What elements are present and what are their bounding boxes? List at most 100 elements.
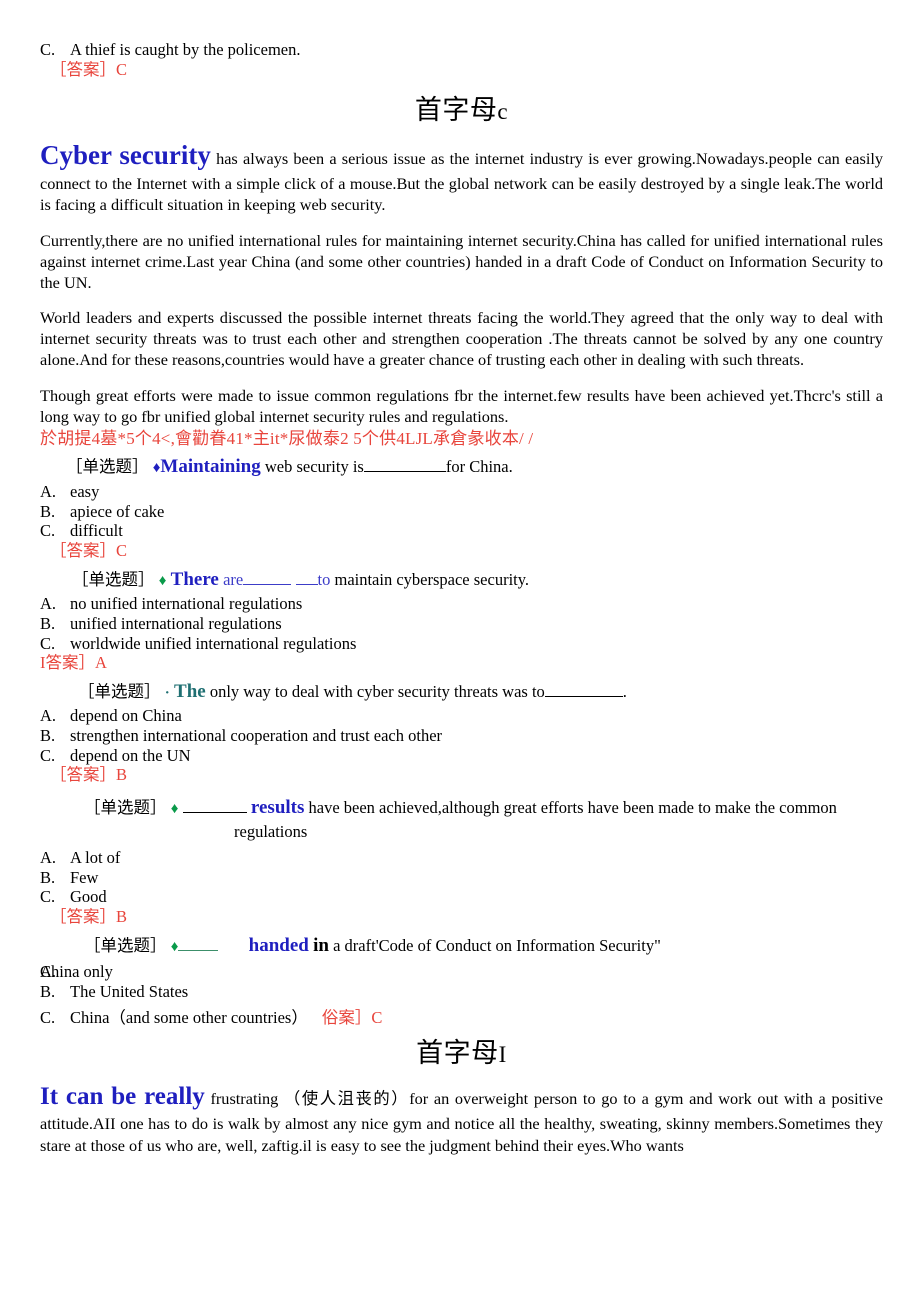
question-5-marker: ♦ — [170, 938, 179, 955]
option-text: Few — [70, 867, 99, 887]
passage-paragraph-4: Though great efforts were made to issue … — [40, 385, 883, 426]
question-2-stem-tail: maintain cyberspace security. — [330, 569, 530, 589]
question-3-stem-tail: . — [622, 681, 627, 701]
question-3-marker: · — [164, 684, 170, 701]
question-4-keyword: results — [250, 796, 305, 818]
question-5-blank[interactable] — [178, 935, 219, 951]
question-1-keyword: Maintaining — [160, 456, 261, 478]
option-letter: A. — [40, 706, 57, 726]
question-4-marker: ♦ — [170, 800, 179, 817]
option-text: strengthen international cooperation and… — [70, 726, 443, 746]
section-i-paragraph: It can be really frustrating （使人沮丧的）for … — [40, 1081, 883, 1156]
option-letter: C. — [40, 1007, 56, 1027]
top-option-letter: C. — [40, 40, 56, 59]
option-text: The United States — [70, 981, 189, 1001]
question-4-stem-mid: have been achieved,although great effort… — [304, 797, 837, 817]
question-3-stem-mid: only way to deal with cyber security thr… — [205, 681, 545, 701]
top-option-row: C. A thief is caught by the policemen. — [40, 40, 883, 60]
question-5-option-a[interactable]: A. China only — [40, 962, 883, 982]
question-5-stem-mid: a draft'Code of Conduct on Information S… — [328, 935, 661, 955]
question-2-option-a[interactable]: A. no unified international regulations — [40, 594, 883, 614]
section-i-lead: It can be really — [40, 1082, 205, 1110]
section-i-title-cn: 首字母 — [416, 1038, 499, 1070]
option-text: depend on China — [70, 706, 182, 726]
option-letter: C. — [40, 745, 56, 765]
option-letter: A. — [40, 848, 57, 868]
question-2-option-c[interactable]: C. worldwide unified international regul… — [40, 634, 883, 654]
question-1-stem-mid: web security is — [260, 457, 364, 477]
question-2-option-b[interactable]: B. unified international regulations — [40, 614, 883, 634]
option-letter: B. — [40, 501, 56, 521]
question-1-stem-tail: for China. — [445, 457, 513, 477]
option-text-main: China（and some other countries） — [70, 1007, 308, 1027]
question-5-option-c[interactable]: C. China（and some other countries） 俗案］C — [40, 1008, 883, 1028]
option-letter: A. — [40, 594, 57, 614]
question-3-tag: ［单选题］ — [78, 681, 161, 701]
option-text: Good — [70, 887, 107, 907]
question-5-keyword-black: in — [313, 934, 329, 956]
top-option-text: A thief is caught by the policemen. — [70, 40, 301, 59]
question-4-option-c[interactable]: C. Good — [40, 887, 883, 907]
option-text: apiece of cake — [70, 501, 165, 521]
question-1-blank[interactable] — [363, 457, 446, 473]
question-2-stem: ［单选题］ ♦ There are to maintain cyberspace… — [40, 568, 883, 593]
question-5-keyword: handed — [248, 934, 309, 956]
question-4-blank[interactable] — [182, 798, 247, 813]
section-c-title-cn: 首字母 — [414, 95, 498, 127]
question-3-blank[interactable] — [544, 681, 623, 697]
option-letter: B. — [40, 613, 56, 633]
question-4-stem: ［单选题］ ♦ results have been achieved,altho… — [40, 796, 883, 842]
passage-paragraph-3: World leaders and experts discussed the … — [40, 308, 883, 370]
question-4-tag: ［单选题］ — [84, 797, 167, 817]
option-text: easy — [70, 482, 100, 502]
question-3-keyword: The — [174, 680, 206, 702]
option-text: China（and some other countries） 俗案］C — [70, 1008, 883, 1028]
question-5-tag: ［单选题］ — [84, 935, 167, 955]
question-1-tag: ［单选题］ — [66, 457, 149, 477]
section-c-title: 首字母c — [40, 94, 883, 128]
option-text: worldwide unified international regulati… — [70, 633, 357, 653]
option-letter: A. — [40, 482, 57, 502]
question-2-word-to: to — [317, 569, 331, 589]
question-2-tag: ［单选题］ — [72, 569, 155, 589]
option-text: difficult — [70, 521, 123, 541]
question-4-option-a[interactable]: A. A lot of — [40, 848, 883, 868]
question-3-option-c[interactable]: C. depend on the UN — [40, 746, 883, 766]
question-5-option-b[interactable]: B. The United States — [40, 982, 883, 1002]
question-4-answer: ［答案］B — [50, 906, 128, 926]
question-1-stem: ［单选题］ ♦Maintaining web security is for Ch… — [40, 455, 883, 480]
garbled-ocr-line: 於胡提4墓*5个4<,會勸眷41*主it*尿做泰2 5个供4LJL承倉彖收本/ … — [40, 428, 534, 448]
top-answer: ［答案］C — [50, 59, 128, 79]
question-1-answer: ［答案］C — [50, 540, 128, 560]
question-3-answer: ［答案］B — [50, 765, 128, 785]
section-i-title: 首字母I — [40, 1037, 883, 1071]
question-5-stem: ［单选题］ ♦ handed in a draft'Code of Conduc… — [40, 934, 883, 959]
question-2-answer: I答案］A — [40, 653, 107, 673]
section-i-title-letter: I — [498, 1042, 507, 1068]
question-1-option-c[interactable]: C. difficult — [40, 521, 883, 541]
question-2-blank-1[interactable] — [243, 569, 292, 585]
passage-paragraph-1: Cyber security has always been a serious… — [40, 138, 883, 215]
option-letter: C. — [40, 887, 56, 907]
question-3-option-a[interactable]: A. depend on China — [40, 706, 883, 726]
option-text: no unified international regulations — [70, 594, 303, 614]
question-1-option-a[interactable]: A. easy — [40, 482, 883, 502]
option-letter: C. — [40, 521, 56, 541]
question-4-stem-second-line: regulations — [234, 821, 308, 841]
option-letter: B. — [40, 981, 56, 1001]
section-c-title-letter: c — [497, 99, 509, 125]
question-5-answer: 俗案］C — [321, 1007, 383, 1027]
question-2-marker: ♦ — [158, 572, 167, 589]
question-3-stem: ［单选题］ · The only way to deal with cyber … — [40, 680, 883, 705]
option-letter: B. — [40, 726, 56, 746]
document-page: C. A thief is caught by the policemen. ［… — [0, 0, 920, 1302]
option-letter: B. — [40, 867, 56, 887]
question-3-option-b[interactable]: B. strengthen international cooperation … — [40, 726, 883, 746]
page-content: C. A thief is caught by the policemen. ［… — [40, 40, 883, 1156]
option-text: unified international regulations — [70, 613, 282, 633]
option-text: China only — [40, 962, 113, 982]
option-letter: C. — [40, 633, 56, 653]
question-2-blank-2[interactable] — [295, 569, 318, 585]
question-4-option-b[interactable]: B. Few — [40, 868, 883, 888]
question-1-option-b[interactable]: B. apiece of cake — [40, 502, 883, 522]
